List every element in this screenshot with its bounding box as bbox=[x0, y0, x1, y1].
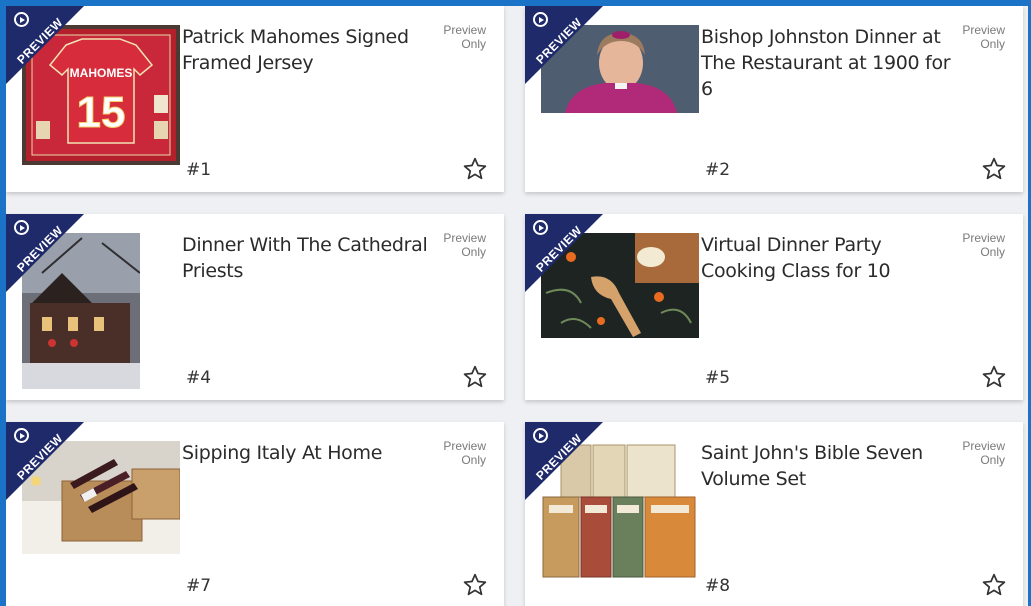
lot-number: #8 bbox=[705, 576, 731, 596]
jersey-number-text: 15 bbox=[77, 88, 126, 137]
item-card[interactable]: PREVIEW Bishop Johnston Dinner at The Re… bbox=[525, 6, 1023, 192]
item-card[interactable]: PREVIEW Virtual Dinner Party Cooking Cla… bbox=[525, 214, 1023, 400]
lot-number: #2 bbox=[705, 160, 731, 180]
preview-only-label: Preview Only bbox=[443, 439, 486, 467]
play-circle-icon bbox=[14, 428, 29, 443]
lot-number: #4 bbox=[186, 368, 212, 388]
lot-number: #7 bbox=[186, 576, 212, 596]
item-title[interactable]: Bishop Johnston Dinner at The Restaurant… bbox=[701, 24, 951, 102]
item-title[interactable]: Dinner With The Cathedral Priests bbox=[182, 232, 432, 284]
play-circle-icon bbox=[533, 428, 548, 443]
item-card[interactable]: PREVIEW Dinner With The Cathedral Priest… bbox=[6, 214, 504, 400]
favorite-star-icon[interactable] bbox=[462, 156, 488, 182]
lot-number: #1 bbox=[186, 160, 212, 180]
play-circle-icon bbox=[533, 220, 548, 235]
item-card[interactable]: PREVIEW MAHOMES 15 Patrick Mahomes Signe… bbox=[6, 6, 504, 192]
item-grid: PREVIEW MAHOMES 15 Patrick Mahomes Signe… bbox=[6, 6, 1028, 606]
preview-only-label: Preview Only bbox=[443, 231, 486, 259]
preview-ribbon: PREVIEW bbox=[525, 422, 603, 500]
preview-ribbon: PREVIEW bbox=[6, 422, 84, 500]
play-circle-icon bbox=[533, 12, 548, 27]
favorite-star-icon[interactable] bbox=[462, 572, 488, 598]
favorite-star-icon[interactable] bbox=[462, 364, 488, 390]
play-circle-icon bbox=[14, 220, 29, 235]
play-circle-icon bbox=[14, 12, 29, 27]
preview-only-label: Preview Only bbox=[962, 439, 1005, 467]
item-title[interactable]: Sipping Italy At Home bbox=[182, 440, 432, 466]
item-card[interactable]: PREVIEW Sipping Italy At Home Preview Onl… bbox=[6, 422, 504, 606]
preview-ribbon: PREVIEW bbox=[6, 214, 84, 292]
lot-number: #5 bbox=[705, 368, 731, 388]
item-title[interactable]: Patrick Mahomes Signed Framed Jersey bbox=[182, 24, 432, 76]
preview-only-label: Preview Only bbox=[962, 23, 1005, 51]
preview-only-label: Preview Only bbox=[962, 231, 1005, 259]
preview-ribbon: PREVIEW bbox=[6, 6, 84, 84]
preview-only-label: Preview Only bbox=[443, 23, 486, 51]
preview-ribbon: PREVIEW bbox=[525, 214, 603, 292]
favorite-star-icon[interactable] bbox=[981, 156, 1007, 182]
item-card[interactable]: PREVIEW Saint John's Bible Seven Volume … bbox=[525, 422, 1023, 606]
favorite-star-icon[interactable] bbox=[981, 364, 1007, 390]
preview-ribbon: PREVIEW bbox=[525, 6, 603, 84]
favorite-star-icon[interactable] bbox=[981, 572, 1007, 598]
item-title[interactable]: Virtual Dinner Party Cooking Class for 1… bbox=[701, 232, 951, 284]
item-title[interactable]: Saint John's Bible Seven Volume Set bbox=[701, 440, 951, 492]
